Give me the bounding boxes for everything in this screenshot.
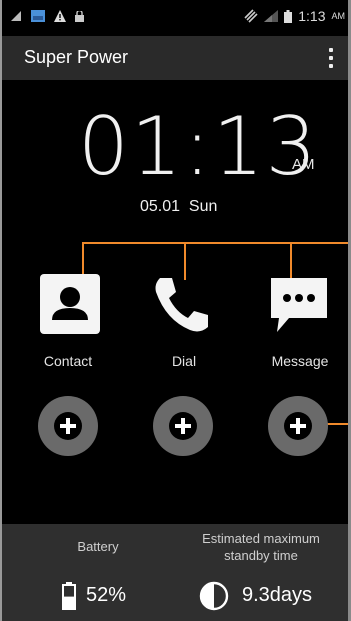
- standby-time-icon: [199, 581, 229, 611]
- phone-icon: [155, 278, 208, 332]
- add-button-3[interactable]: [268, 396, 328, 456]
- battery-level-icon: [62, 582, 76, 610]
- standby-label-line2: standby time: [224, 548, 298, 563]
- standby-time-value: 9.3days: [242, 584, 313, 606]
- warning-icon: [54, 10, 66, 22]
- vibrate-icon: [244, 9, 258, 23]
- status-time: 1:13: [298, 8, 326, 24]
- clock-time: 01:13: [78, 100, 319, 193]
- status-right-icons: 1:13 AM: [244, 8, 345, 24]
- app-label-message: Message: [271, 353, 329, 369]
- status-bar: 1:13 AM: [0, 0, 351, 36]
- add-button-2[interactable]: [153, 396, 213, 456]
- action-bar: Super Power: [0, 36, 351, 80]
- app-label-dial: Dial: [171, 353, 197, 369]
- clock-date: 05.01 Sun: [140, 198, 218, 215]
- status-ampm: AM: [331, 11, 346, 21]
- callout-line-contact: [82, 242, 84, 276]
- battery-percentage: 52%: [86, 584, 127, 606]
- plus-icon: [54, 412, 82, 440]
- battery-label: Battery: [77, 539, 119, 554]
- clock-ampm: AM: [292, 156, 315, 173]
- callout-line-top: [82, 242, 351, 244]
- signal-bars-icon: [11, 11, 21, 21]
- app-title: Super Power: [24, 47, 129, 67]
- message-icon: [271, 278, 327, 332]
- screen-edge-left: [0, 0, 2, 621]
- standby-label-line1: Estimated maximum: [202, 531, 320, 546]
- plus-icon: [169, 412, 197, 440]
- mobile-signal-icon: [264, 10, 279, 22]
- power-info-panel: Battery Estimated maximum standby time 5…: [0, 524, 351, 621]
- add-button-1[interactable]: [38, 396, 98, 456]
- contact-icon: [40, 274, 100, 334]
- overflow-menu-icon[interactable]: [327, 44, 335, 70]
- battery-icon: [284, 9, 293, 23]
- phone-screen: 1:13 AM Super Power 01:13 AM 05.01 Sun Co…: [0, 0, 351, 621]
- status-left-icons: [10, 10, 84, 22]
- app-label-contact: Contact: [43, 353, 93, 369]
- plus-icon: [284, 412, 312, 440]
- lock-icon: [75, 10, 84, 22]
- standby-label: Estimated maximum standby time: [186, 530, 336, 564]
- image-icon: [31, 10, 45, 22]
